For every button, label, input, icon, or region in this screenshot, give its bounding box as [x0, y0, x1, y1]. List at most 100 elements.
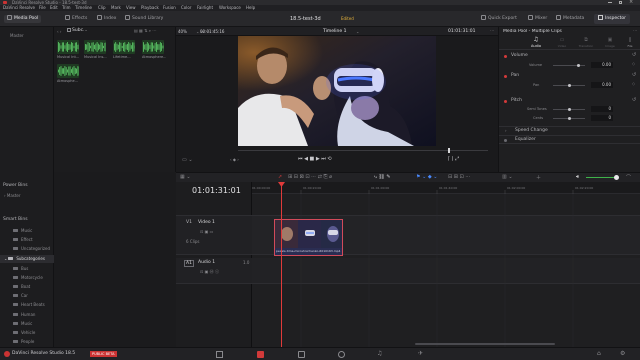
keyframe-icon[interactable]: ◇: [632, 61, 635, 66]
quick-export-button[interactable]: Quick Export: [478, 15, 520, 23]
inspector-button[interactable]: Inspector: [594, 14, 630, 24]
audio-clip-thumbnail[interactable]: [57, 40, 79, 54]
media-pool-folder[interactable]: Subc...: [62, 27, 87, 34]
fairlight-page-icon[interactable]: ♫: [377, 350, 382, 357]
zoom-tools[interactable]: ⊟ ⊞ ⊡ ⋯: [448, 174, 470, 180]
fusion-page-icon[interactable]: [338, 351, 345, 358]
timeline-name[interactable]: Timeline 1: [323, 29, 346, 34]
tab-file[interactable]: ▯ File: [621, 36, 639, 50]
audio-track-channels: 1.0: [243, 260, 250, 265]
semitones-slider-knob[interactable]: [568, 108, 571, 111]
viewer-mode-icon[interactable]: ▭ ⌄: [182, 157, 193, 163]
timeline-dropdown-icon[interactable]: ⌄: [356, 29, 359, 34]
smart-bin-item[interactable]: Effect: [0, 236, 54, 244]
transport-controls[interactable]: ⏮ ◀ ■ ▶ ⏭ ⟲: [298, 156, 332, 162]
mark-controls[interactable]: ⌈ ⌋ ⤢: [448, 156, 459, 162]
reset-icon[interactable]: ↺: [632, 52, 636, 58]
zoom-level[interactable]: 40%: [178, 29, 187, 34]
power-bins-master[interactable]: › Master: [4, 193, 21, 198]
volume-value[interactable]: 0.00: [591, 62, 613, 68]
audio-clip-thumbnail[interactable]: [57, 64, 79, 78]
edit-tools[interactable]: ⊞ ⊟ ⊠ ⊡ ⋯ ⇄ ⎘ ⌀: [288, 174, 332, 180]
audio-track-control-icons[interactable]: ⊡ ▣ Ⓜ ⓢ: [200, 269, 219, 275]
more-icon[interactable]: ⋯: [633, 28, 637, 33]
video-track-header[interactable]: V1 Video 1 ⊡ ▣ ▭ 6 Clips: [176, 215, 252, 255]
smart-bin-item[interactable]: Heart Beats: [0, 301, 54, 309]
audio-clip-thumbnail[interactable]: [84, 40, 106, 54]
audio-meter-icon[interactable]: ▥ ⌄: [502, 174, 513, 180]
speaker-icon[interactable]: 🔊︎: [576, 174, 579, 180]
flag-tools[interactable]: ⚑ ⌄ ◆ ⌄: [416, 174, 437, 180]
audio-clip-thumbnail[interactable]: [142, 40, 164, 54]
effects-button[interactable]: Effects: [62, 15, 90, 23]
smart-bin-item[interactable]: People: [0, 338, 54, 346]
cents-value[interactable]: 0: [591, 115, 613, 121]
mixer-button[interactable]: Mixer: [525, 15, 550, 23]
metadata-button[interactable]: Metadata: [553, 15, 587, 23]
timeline-video-clip[interactable]: pexels-tima-miroshnichenko-6010163.mp4: [274, 219, 343, 256]
playhead-line[interactable]: [281, 182, 282, 347]
selection-tool-icon[interactable]: ➚: [278, 174, 282, 180]
tab-video[interactable]: ▭ Video: [551, 36, 573, 50]
tab-audio-label: Audio: [531, 44, 541, 48]
master-bin[interactable]: Master: [10, 33, 24, 38]
smart-bin-item[interactable]: Motorcycle: [0, 274, 54, 282]
track-control-icons[interactable]: ⊡ ▣ ▭: [200, 229, 213, 234]
export-icon: [481, 15, 486, 20]
volume-slider[interactable]: [553, 65, 585, 66]
index-button[interactable]: Index: [94, 15, 119, 23]
smart-bin-item[interactable]: Boat: [0, 283, 54, 291]
volume-slider-knob[interactable]: [577, 64, 580, 67]
smart-bin-item[interactable]: Uncategorized: [0, 245, 54, 253]
media-pool-button[interactable]: Media Pool: [4, 15, 42, 23]
tab-transition[interactable]: ⧉ Transition: [573, 36, 599, 50]
tab-image[interactable]: ▣ Image: [599, 36, 621, 50]
smart-bin-item[interactable]: Car: [0, 292, 54, 300]
scrub-playhead[interactable]: [448, 148, 450, 153]
snap-icon[interactable]: ⌒: [626, 174, 631, 181]
scrub-bar[interactable]: [238, 150, 488, 151]
add-track-icon[interactable]: ＋: [536, 174, 541, 181]
pan-value[interactable]: 0.00: [591, 82, 613, 88]
equalizer-section[interactable]: Equalizer: [499, 135, 640, 144]
cut-page-icon[interactable]: [257, 351, 264, 358]
smart-bin-item[interactable]: Vehicle: [0, 329, 54, 337]
keyframe-icon[interactable]: ◇: [632, 81, 635, 86]
reset-icon[interactable]: ↺: [632, 72, 636, 78]
layout-icon[interactable]: ▦ ⌄: [180, 174, 191, 180]
master-volume-slider[interactable]: [586, 177, 616, 178]
settings-gear-icon[interactable]: ⚙: [620, 350, 625, 357]
master-volume-knob[interactable]: [614, 175, 619, 180]
smart-bin-item[interactable]: Music: [0, 227, 54, 235]
tab-audio[interactable]: ♫ Audio: [521, 36, 551, 50]
minimize-icon[interactable]: [608, 2, 612, 3]
maximize-icon[interactable]: [619, 1, 622, 4]
pitch-enable-dot[interactable]: [504, 100, 507, 103]
audio-track-header[interactable]: A1 Audio 1 1.0 ⊡ ▣ Ⓜ ⓢ: [176, 258, 252, 284]
cents-slider-knob[interactable]: [568, 117, 571, 120]
smart-bin-item[interactable]: Human: [0, 311, 54, 319]
edit-page-icon[interactable]: [298, 351, 305, 358]
back-icon[interactable]: ‹ ›: [57, 29, 61, 34]
volume-enable-dot[interactable]: [504, 55, 507, 58]
smart-bin-item[interactable]: Bus: [0, 265, 54, 273]
reset-icon[interactable]: ↺: [632, 97, 636, 103]
equalizer-enable-dot[interactable]: [504, 139, 507, 142]
timeline-ruler[interactable]: 01:00:00:00 01:00:20:00 01:01:00:00 01:0…: [252, 182, 640, 194]
timeline-scrollbar[interactable]: [415, 343, 555, 345]
view-options-icon[interactable]: ▤ ▦ ⇅ ⌕ ⋯: [134, 28, 156, 33]
deliver-page-icon[interactable]: ✈: [418, 350, 423, 357]
more-icon[interactable]: ⋯: [490, 28, 494, 33]
pan-slider-knob[interactable]: [568, 84, 571, 87]
audio-clip-thumbnail[interactable]: [113, 40, 135, 54]
home-icon[interactable]: ⌂: [597, 350, 601, 357]
pan-enable-dot[interactable]: [504, 75, 507, 78]
smart-bin-item[interactable]: Music: [0, 320, 54, 328]
media-page-icon[interactable]: [216, 351, 223, 358]
frame-nav-icon[interactable]: ‹ ◆ ›: [230, 157, 239, 162]
speed-change-section[interactable]: › Speed Change: [499, 126, 640, 135]
link-tools[interactable]: ⤷ ⛓ ✎: [374, 174, 391, 180]
sound-library-button[interactable]: Sound Library: [122, 15, 166, 23]
semitones-value[interactable]: 0: [591, 106, 613, 112]
smart-bin-item-selected[interactable]: ⌄ Subcategories: [0, 255, 54, 263]
